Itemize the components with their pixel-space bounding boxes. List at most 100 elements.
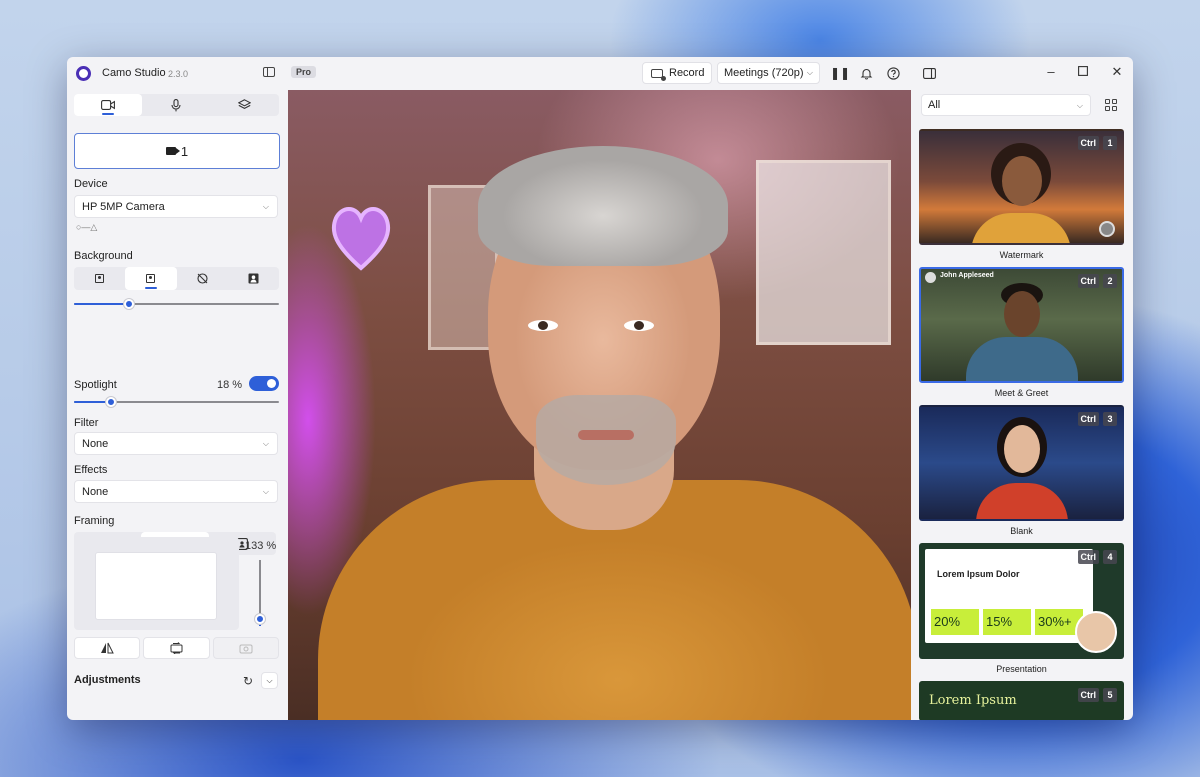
- capture-button[interactable]: [212, 637, 279, 659]
- scene-thumbnail: Ctrl 1: [919, 129, 1124, 245]
- chevron-down-icon: ⌵: [266, 675, 273, 685]
- chevron-down-icon: ⌵: [262, 439, 269, 448]
- scene-card-meet-greet[interactable]: John Appleseed Ctrl 2 Meet & Greet: [919, 267, 1124, 398]
- reset-icon[interactable]: ↻: [243, 674, 253, 688]
- background-none-option[interactable]: [74, 267, 125, 290]
- device-label: Device: [74, 178, 108, 190]
- scene-name: Blank: [1010, 526, 1033, 536]
- chevron-down-icon: ⌵: [262, 202, 269, 211]
- background-blur-option[interactable]: [125, 267, 177, 290]
- preset-select[interactable]: Meetings (720p) ⌵: [717, 62, 820, 84]
- sidebar-toggle-icon[interactable]: [263, 67, 275, 77]
- pause-layout-icon[interactable]: ❚❚: [830, 66, 850, 80]
- camo-logo-icon: [76, 66, 91, 81]
- slider-handle[interactable]: [255, 614, 265, 625]
- chevron-down-icon: ⌵: [806, 68, 813, 77]
- scene-person-face: [1004, 291, 1040, 337]
- shortcut-number: 1: [1103, 136, 1117, 150]
- rotate-button[interactable]: [143, 637, 210, 659]
- mirror-icon: [101, 642, 114, 654]
- preset-value: Meetings (720p): [724, 67, 804, 79]
- slider-handle[interactable]: [124, 299, 135, 309]
- help-icon[interactable]: [886, 66, 900, 80]
- wall-frame: [756, 160, 891, 345]
- spotlight-toggle[interactable]: [249, 376, 279, 391]
- scene-card-presentation[interactable]: Lorem Ipsum Dolor 20% 15% 30%+ Ctrl 4 Pr…: [919, 543, 1124, 674]
- camo-studio-window: Camo Studio 2.3.0 Pro Record Meetings (7…: [67, 57, 1133, 720]
- right-panel-toggle-icon[interactable]: [922, 66, 936, 80]
- close-icon[interactable]: ✕: [1110, 65, 1124, 79]
- record-icon: [651, 68, 666, 81]
- shortcut-ctrl: Ctrl: [1077, 136, 1099, 150]
- app-name: Camo Studio: [102, 67, 166, 79]
- grid-view-icon[interactable]: [1105, 99, 1117, 111]
- adjustments-expand-button[interactable]: ⌵: [261, 672, 278, 689]
- shortcut-number: 3: [1103, 412, 1117, 426]
- scene-filter-value: All: [928, 99, 941, 111]
- left-panel: 1 Device HP 5MP Camera ⌵ ○—△ Background …: [67, 90, 288, 720]
- scenes-panel: All ⌵ Ctrl 1 Watermark John Appleseed Ct…: [911, 90, 1133, 720]
- spotlight-label: Spotlight: [74, 379, 117, 391]
- effects-value: None: [82, 485, 109, 498]
- scene-thumbnail: Ctrl 3: [919, 405, 1124, 521]
- scene-thumbnail: Lorem Ipsum Ctrl 5: [919, 681, 1124, 720]
- record-button[interactable]: Record: [642, 62, 712, 84]
- background-replace-icon: [248, 273, 259, 284]
- background-remove-option[interactable]: [177, 267, 228, 290]
- framing-preview[interactable]: [74, 537, 239, 630]
- capture-icon: [239, 644, 253, 653]
- slide: Lorem Ipsum Dolor 20% 15% 30%+: [925, 549, 1093, 643]
- spotlight-value: 18 %: [217, 379, 243, 391]
- scene-card-blank[interactable]: Ctrl 3 Blank: [919, 405, 1124, 536]
- camera-preview: [288, 90, 911, 720]
- chevron-down-icon: ⌵: [262, 487, 269, 496]
- zoom-slider[interactable]: [255, 560, 265, 626]
- scene-card-watermark[interactable]: Ctrl 1 Watermark: [919, 129, 1124, 260]
- background-mode-selector: [74, 267, 279, 290]
- scene-name: Presentation: [996, 664, 1047, 674]
- framing-label: Framing: [74, 515, 115, 527]
- camera-actions: [74, 637, 279, 659]
- scene-person-torso: [966, 337, 1078, 381]
- effects-select[interactable]: None ⌵: [74, 480, 278, 503]
- filter-select[interactable]: None ⌵: [74, 432, 278, 455]
- person-eye: [624, 320, 654, 331]
- tab-video[interactable]: [74, 94, 143, 116]
- adjustments-label: Adjustments: [74, 674, 141, 686]
- neon-heart-decoration: [331, 207, 391, 271]
- tab-audio[interactable]: [142, 94, 210, 116]
- portrait-icon: [95, 274, 105, 283]
- framing-region[interactable]: [95, 552, 217, 620]
- rotate-icon: [170, 642, 183, 654]
- scene-thumbnail: Lorem Ipsum Dolor 20% 15% 30%+ Ctrl 4: [919, 543, 1124, 659]
- person-mouth: [578, 430, 634, 440]
- scene-thumbnail: John Appleseed Ctrl 2: [919, 267, 1124, 383]
- slider-handle[interactable]: [105, 397, 116, 407]
- shortcut-ctrl: Ctrl: [1077, 550, 1099, 564]
- background-replace-option[interactable]: [228, 267, 279, 290]
- person-eye: [528, 320, 558, 331]
- presenter-avatar: [1075, 611, 1117, 653]
- overlay-name: John Appleseed: [940, 272, 994, 279]
- shortcut-number: 2: [1103, 274, 1117, 288]
- minimize-icon[interactable]: –: [1044, 65, 1058, 79]
- shortcut-ctrl: Ctrl: [1077, 274, 1099, 288]
- device-select[interactable]: HP 5MP Camera ⌵: [74, 195, 278, 218]
- slide-title: Lorem Ipsum: [929, 693, 1017, 708]
- scene-name: Meet & Greet: [994, 388, 1049, 398]
- mirror-button[interactable]: [74, 637, 141, 659]
- camera-icon: [165, 147, 180, 155]
- spotlight-slider[interactable]: [74, 397, 279, 407]
- camera-source-label: 1: [180, 143, 189, 159]
- scene-filter-select[interactable]: All ⌵: [921, 94, 1091, 116]
- shortcut-ctrl: Ctrl: [1077, 688, 1099, 702]
- bell-icon[interactable]: [859, 66, 873, 80]
- camera-source-button[interactable]: 1: [74, 133, 280, 169]
- usb-icon: ○—△: [76, 222, 98, 232]
- scene-card-5[interactable]: Lorem Ipsum Ctrl 5: [919, 681, 1124, 720]
- background-blur-slider[interactable]: [74, 299, 279, 309]
- title-bar: Camo Studio 2.3.0 Pro Record Meetings (7…: [67, 57, 1133, 90]
- filter-label: Filter: [74, 417, 99, 429]
- maximize-icon[interactable]: [1076, 65, 1090, 79]
- tab-layers[interactable]: [211, 94, 279, 116]
